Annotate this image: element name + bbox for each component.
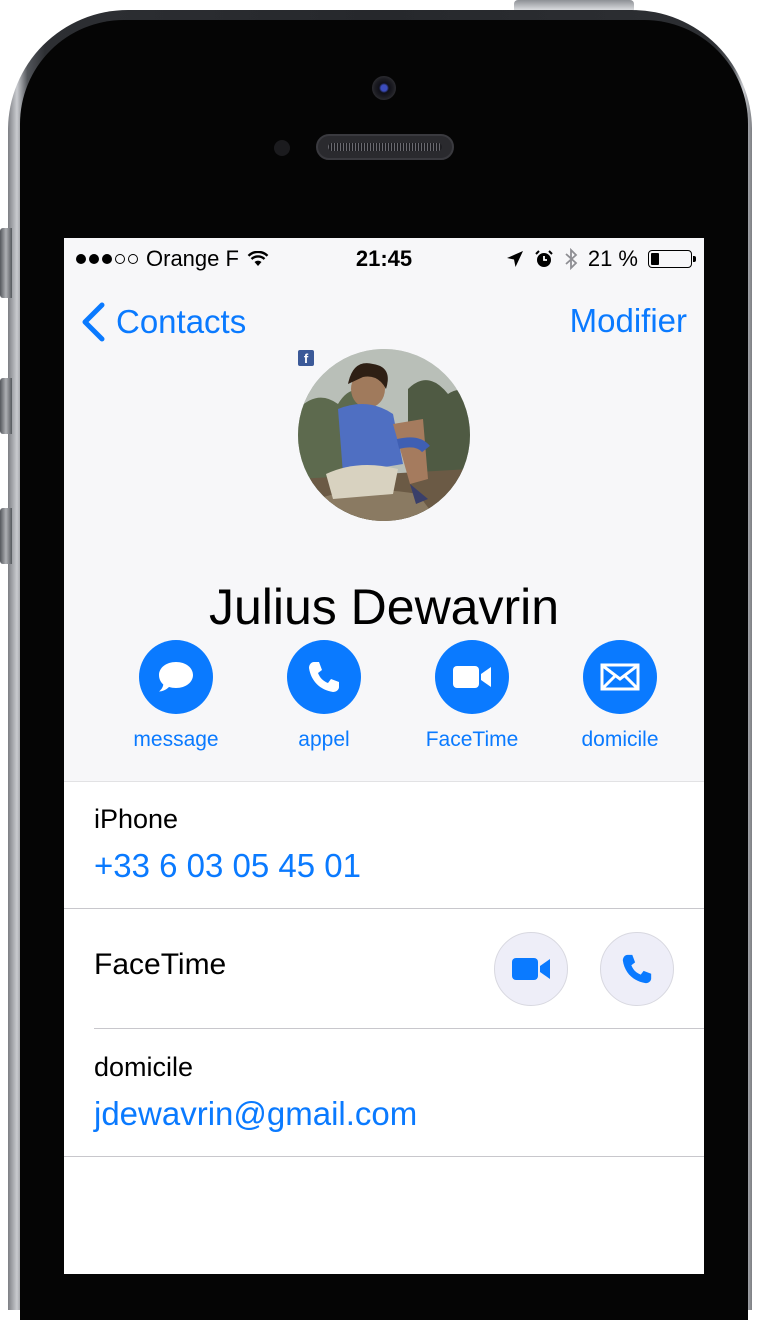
facetime-audio-button[interactable] [600, 932, 674, 1006]
phone-field[interactable]: iPhone +33 6 03 05 45 01 [94, 804, 704, 885]
back-button-label: Contacts [116, 303, 247, 340]
screen: Orange F 21:45 21 % Contacts Modifier f … [64, 238, 704, 1274]
video-camera-icon [512, 958, 550, 980]
status-bar: Orange F 21:45 21 % [64, 238, 704, 278]
avatar[interactable] [298, 349, 470, 521]
message-action-label: message [133, 728, 219, 751]
earpiece-speaker [316, 134, 454, 160]
call-action-button[interactable]: appel [250, 640, 398, 752]
bluetooth-icon [565, 248, 578, 270]
call-action-label: appel [298, 728, 350, 751]
phone-number[interactable]: +33 6 03 05 45 01 [94, 847, 704, 885]
battery-level [651, 253, 659, 265]
battery-icon [648, 250, 696, 268]
divider [64, 908, 704, 909]
phone-icon [309, 662, 339, 692]
message-action-button[interactable]: message [102, 640, 250, 752]
phone-icon [622, 954, 652, 984]
email-action-label: domicile [581, 728, 659, 751]
location-arrow-icon [506, 251, 523, 267]
envelope-icon [600, 663, 640, 691]
divider [64, 1156, 704, 1157]
facetime-action-label: FaceTime [425, 728, 519, 751]
email-field-label: domicile [94, 1052, 194, 1082]
facetime-action-circle [435, 640, 509, 714]
volume-down-button [0, 508, 12, 564]
front-camera [372, 76, 396, 100]
video-camera-icon [453, 666, 491, 688]
facebook-source-icon: f [298, 350, 314, 366]
facetime-action-button[interactable]: FaceTime [398, 640, 546, 752]
email-field[interactable]: domicile jdewavrin@gmail.com [94, 1052, 704, 1133]
alarm-icon [535, 250, 553, 267]
avatar-photo [298, 349, 470, 521]
edit-button[interactable]: Modifier [570, 302, 687, 340]
back-button[interactable]: Contacts [80, 302, 246, 342]
status-right: 21 % [506, 246, 696, 272]
mute-switch [0, 228, 12, 298]
phone-field-label: iPhone [94, 804, 179, 834]
contact-header: Contacts Modifier f Julius Dewavrin mess… [64, 278, 704, 782]
volume-up-button [0, 378, 12, 434]
battery-percent: 21 % [587, 246, 638, 271]
call-action-circle [287, 640, 361, 714]
power-button [514, 0, 634, 10]
message-action-circle [139, 640, 213, 714]
message-bubble-icon [159, 662, 193, 692]
email-action-button[interactable]: domicile [546, 640, 694, 752]
chevron-left-icon [82, 302, 105, 342]
proximity-sensor [274, 140, 290, 156]
facetime-video-button[interactable] [494, 932, 568, 1006]
email-address[interactable]: jdewavrin@gmail.com [94, 1095, 704, 1133]
email-action-circle [583, 640, 657, 714]
divider [94, 1028, 704, 1029]
contact-name: Julius Dewavrin [208, 579, 560, 635]
